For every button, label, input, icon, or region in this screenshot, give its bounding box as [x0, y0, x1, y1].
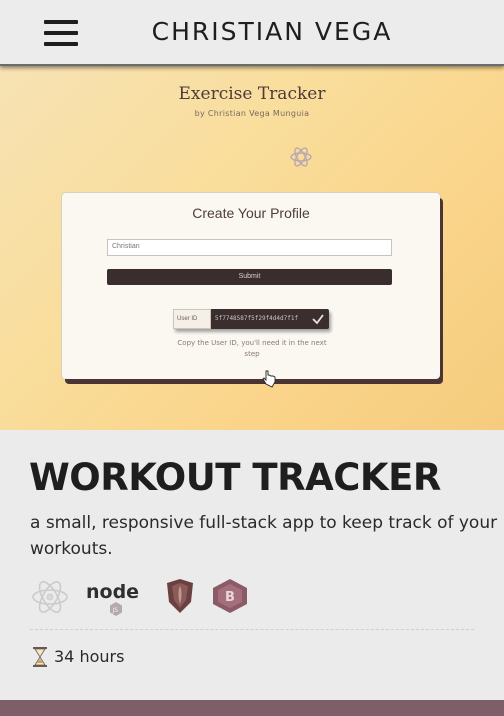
preview-logo-icon — [290, 147, 312, 167]
hourglass-icon — [33, 647, 47, 667]
project-title[interactable]: WORKOUT TRACKER — [29, 456, 441, 499]
submit-button: Submit — [107, 269, 392, 285]
bootstrap-icon: B — [213, 579, 247, 613]
top-navbar: CHRISTIAN VEGA — [0, 0, 504, 66]
site-title[interactable]: CHRISTIAN VEGA — [100, 17, 444, 46]
mongoose-shield-icon — [167, 579, 193, 613]
preview-byline: by Christian Vega Munguia — [194, 109, 310, 118]
react-icon — [32, 581, 68, 613]
project-description: a small, responsive full-stack app to ke… — [30, 513, 498, 559]
userid-value: 5f7748587f5f29f4d4d7f1f — [215, 315, 299, 322]
bottom-bar — [0, 700, 504, 716]
project-preview-image[interactable]: Exercise Tracker by Christian Vega Mungu… — [0, 66, 504, 430]
username-input: Christian — [107, 239, 392, 256]
svg-text:node: node — [86, 581, 139, 603]
create-profile-card: Create Your Profile Christian Submit Use… — [62, 193, 440, 379]
divider — [30, 629, 474, 630]
copy-note: Copy the User ID, you'll need it in the … — [177, 339, 327, 358]
check-icon — [312, 314, 324, 325]
svg-text:B: B — [225, 590, 235, 605]
userid-display: User ID 5f7748587f5f29f4d4d7f1f — [173, 309, 329, 329]
userid-label: User ID — [173, 309, 211, 329]
svg-text:JS: JS — [112, 607, 119, 614]
node-icon: node JS — [86, 581, 139, 616]
profile-heading: Create Your Profile — [192, 205, 310, 221]
hand-cursor-icon — [262, 370, 276, 388]
preview-app-title: Exercise Tracker — [178, 84, 326, 104]
hamburger-menu-icon[interactable] — [44, 20, 78, 46]
duration-text: 34 hours — [54, 647, 125, 666]
